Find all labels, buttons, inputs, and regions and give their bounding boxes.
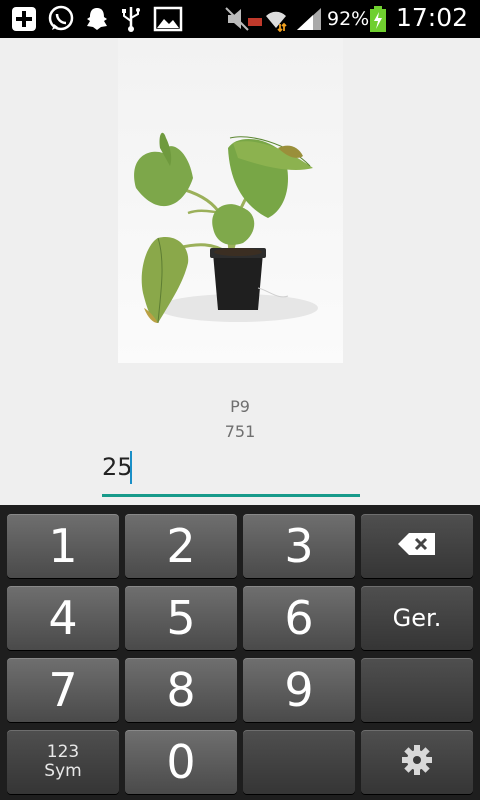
mute-icon bbox=[224, 5, 264, 33]
backspace-key[interactable] bbox=[361, 514, 473, 578]
signal-icon bbox=[294, 5, 324, 33]
empty-key-bottom[interactable] bbox=[243, 730, 355, 794]
key-5[interactable]: 5 bbox=[125, 586, 237, 650]
go-key-label: Ger. bbox=[392, 604, 442, 632]
key-2-label: 2 bbox=[166, 519, 196, 573]
empty-key-right[interactable] bbox=[361, 658, 473, 722]
key-9-label: 9 bbox=[284, 663, 314, 717]
backspace-icon bbox=[397, 531, 437, 561]
battery-charging-icon bbox=[368, 5, 388, 33]
key-8[interactable]: 8 bbox=[125, 658, 237, 722]
key-7[interactable]: 7 bbox=[7, 658, 119, 722]
symbols-key-line2: Sym bbox=[44, 761, 82, 781]
plant-photo bbox=[118, 38, 343, 363]
plant-code-label: 751 bbox=[224, 422, 256, 441]
symbols-key[interactable]: 123 Sym bbox=[7, 730, 119, 794]
key-4-label: 4 bbox=[48, 591, 78, 645]
snapchat-ghost-icon bbox=[82, 5, 112, 33]
battery-percentage: 92% bbox=[327, 8, 370, 30]
key-1-label: 1 bbox=[48, 519, 78, 573]
key-8-label: 8 bbox=[166, 663, 196, 717]
key-0-label: 0 bbox=[166, 735, 196, 789]
plus-square-icon bbox=[8, 5, 40, 33]
symbols-key-line1: 123 bbox=[46, 742, 80, 762]
usb-icon bbox=[118, 5, 144, 33]
whatsapp-icon bbox=[45, 5, 77, 33]
key-6-label: 6 bbox=[284, 591, 314, 645]
status-bar: 92% 17:02 bbox=[0, 0, 480, 38]
key-4[interactable]: 4 bbox=[7, 586, 119, 650]
status-time: 17:02 bbox=[396, 3, 469, 32]
keyboard-settings-key[interactable] bbox=[361, 730, 473, 794]
key-5-label: 5 bbox=[166, 591, 196, 645]
key-7-label: 7 bbox=[48, 663, 78, 717]
wifi-icon bbox=[263, 5, 289, 33]
gear-icon bbox=[400, 743, 434, 781]
key-3[interactable]: 3 bbox=[243, 514, 355, 578]
text-cursor bbox=[130, 451, 132, 484]
plant-name-label: P9 bbox=[230, 397, 250, 416]
gallery-icon bbox=[152, 5, 184, 33]
input-underline bbox=[102, 494, 360, 497]
input-value: 25 bbox=[102, 453, 133, 481]
key-3-label: 3 bbox=[284, 519, 314, 573]
key-1[interactable]: 1 bbox=[7, 514, 119, 578]
numeric-keyboard: 1 2 3 4 5 6 Ger. 7 8 9 123 Sym 0 bbox=[0, 505, 480, 800]
key-6[interactable]: 6 bbox=[243, 586, 355, 650]
key-0[interactable]: 0 bbox=[125, 730, 237, 794]
number-input[interactable]: 25 bbox=[102, 446, 360, 498]
key-9[interactable]: 9 bbox=[243, 658, 355, 722]
go-key[interactable]: Ger. bbox=[361, 586, 473, 650]
key-2[interactable]: 2 bbox=[125, 514, 237, 578]
